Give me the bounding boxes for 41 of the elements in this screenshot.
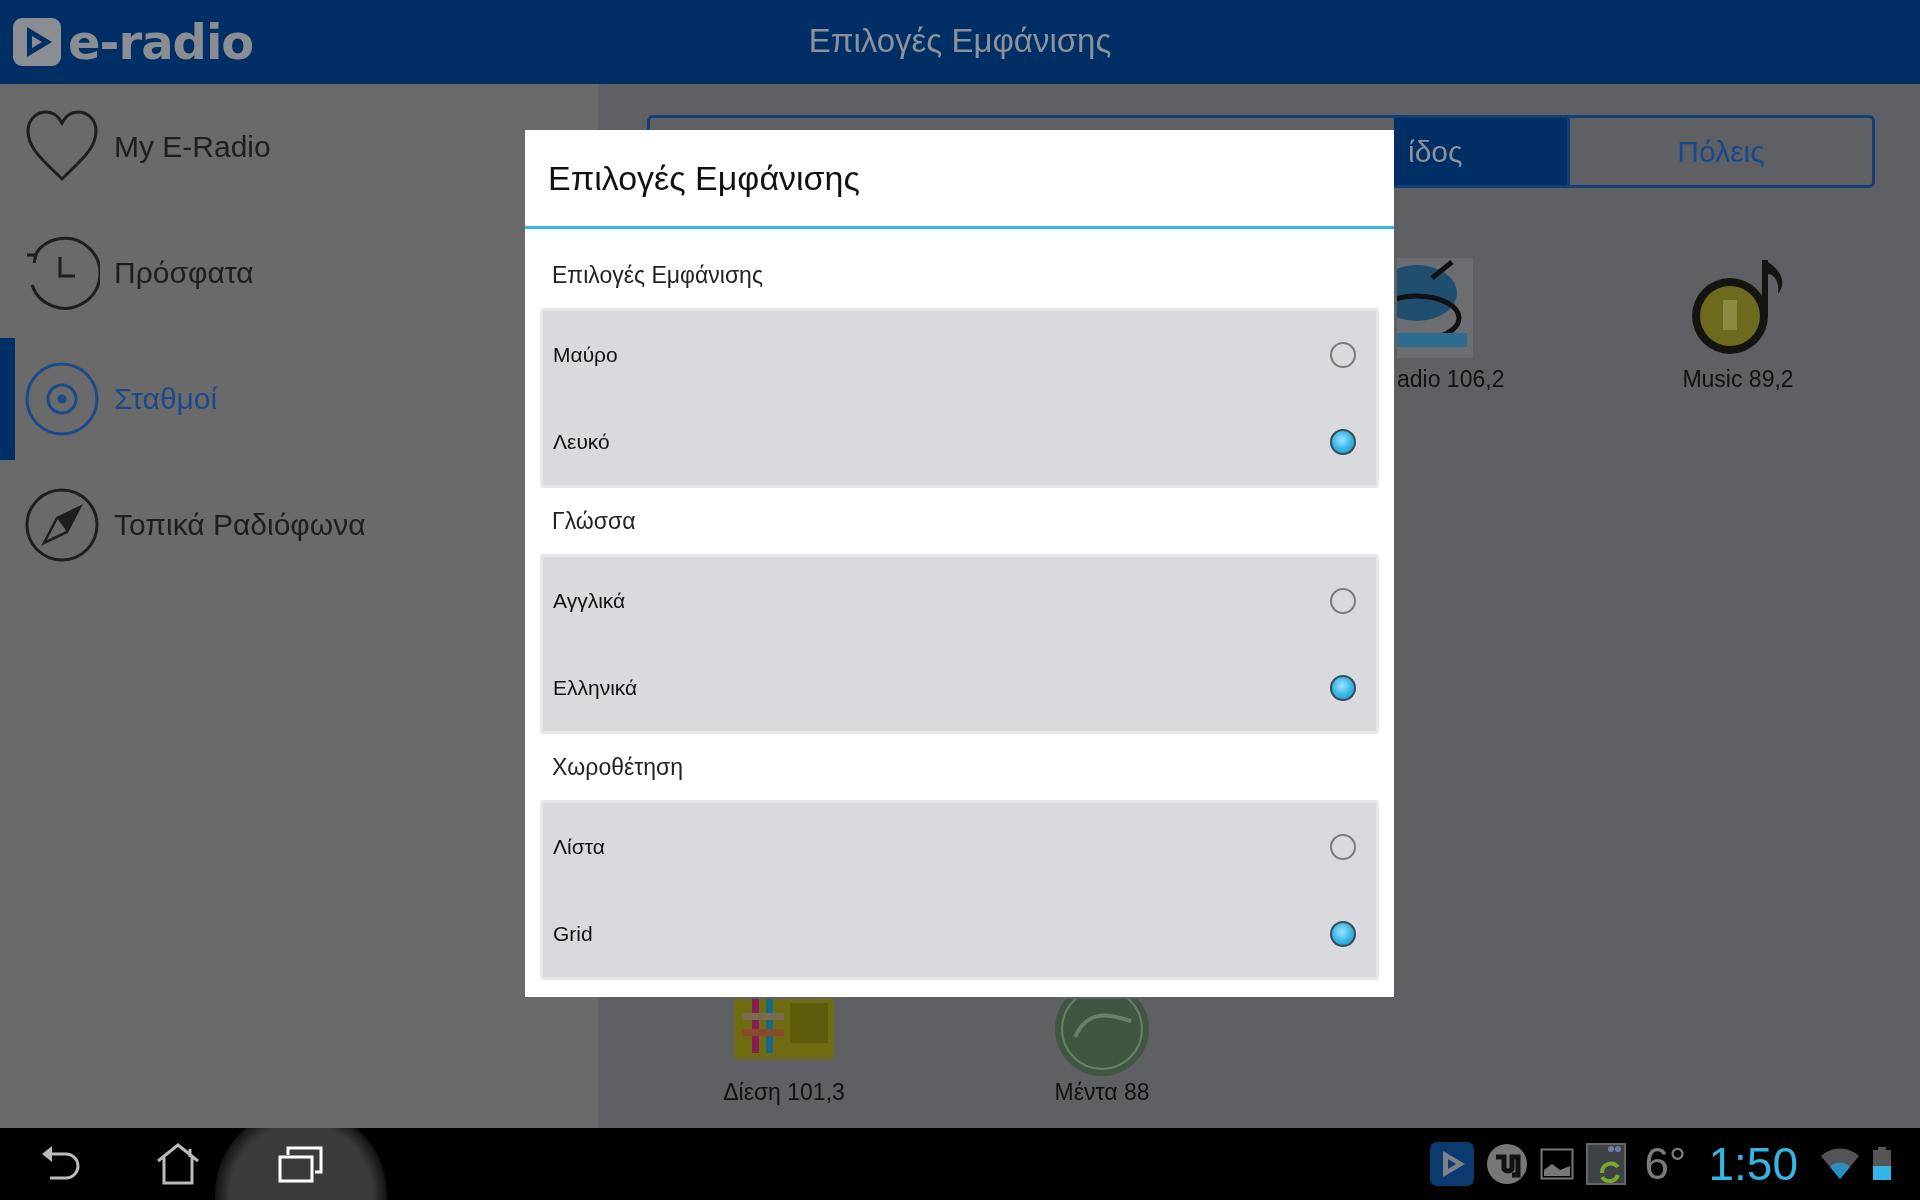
wifi-icon bbox=[1820, 1148, 1860, 1180]
torrent-icon[interactable] bbox=[1486, 1143, 1529, 1185]
radio-button[interactable] bbox=[1330, 674, 1356, 701]
app-title: Επιλογές Εμφάνισης bbox=[808, 22, 1112, 59]
radio-button[interactable] bbox=[1330, 833, 1356, 860]
sidebar-item[interactable]: Σταθμοί bbox=[0, 336, 218, 462]
target-icon bbox=[24, 361, 100, 437]
station-name[interactable]: Δίεση 101,3 bbox=[723, 1079, 845, 1106]
radio-button[interactable] bbox=[1330, 920, 1356, 947]
option-label[interactable]: Λευκό bbox=[553, 429, 610, 454]
section-heading: Επιλογές Εμφάνισης bbox=[551, 260, 764, 290]
radio-button[interactable] bbox=[1330, 587, 1356, 614]
sidebar-item[interactable]: Πρόσφατα bbox=[0, 210, 254, 336]
sidebar-item[interactable]: Τοπικά Ραδιόφωνα bbox=[0, 462, 366, 588]
sidebar-item[interactable]: My E-Radio bbox=[0, 84, 271, 210]
station-name[interactable]: Μέντα 88 bbox=[1054, 1079, 1150, 1106]
home-button[interactable] bbox=[156, 1143, 200, 1185]
section-heading: Γλώσσα bbox=[551, 506, 637, 536]
tab[interactable]: ίδος bbox=[1394, 118, 1567, 185]
radio-button[interactable] bbox=[1330, 428, 1356, 455]
option-label[interactable]: Ελληνικά bbox=[553, 675, 638, 700]
logo-icon bbox=[12, 17, 62, 67]
recent-apps-button[interactable] bbox=[278, 1145, 324, 1183]
option-label[interactable]: Grid bbox=[553, 921, 593, 946]
battery-icon bbox=[1872, 1147, 1892, 1181]
play-app-icon[interactable] bbox=[1430, 1142, 1475, 1186]
section-heading: Χωροθέτηση bbox=[551, 752, 685, 782]
image-icon[interactable] bbox=[1540, 1148, 1575, 1180]
compass-icon bbox=[24, 487, 100, 563]
option-label[interactable]: Αγγλικά bbox=[553, 588, 626, 613]
radio-button[interactable] bbox=[1330, 341, 1356, 368]
logo-text: e-radio bbox=[68, 14, 254, 70]
option-label[interactable]: Λίστα bbox=[553, 834, 605, 859]
station-name[interactable]: Music 89,2 bbox=[1682, 366, 1794, 393]
clock: 1:50 bbox=[1708, 1137, 1798, 1191]
weather-temperature: 6° bbox=[1644, 1139, 1687, 1189]
dialog-title: Επιλογές Εμφάνισης bbox=[525, 130, 1394, 229]
station-name[interactable]: adio 106,2 bbox=[1397, 366, 1505, 393]
option-label[interactable]: Μαύρο bbox=[553, 342, 618, 367]
sync-app-icon[interactable] bbox=[1586, 1143, 1627, 1185]
history-icon bbox=[24, 235, 100, 311]
